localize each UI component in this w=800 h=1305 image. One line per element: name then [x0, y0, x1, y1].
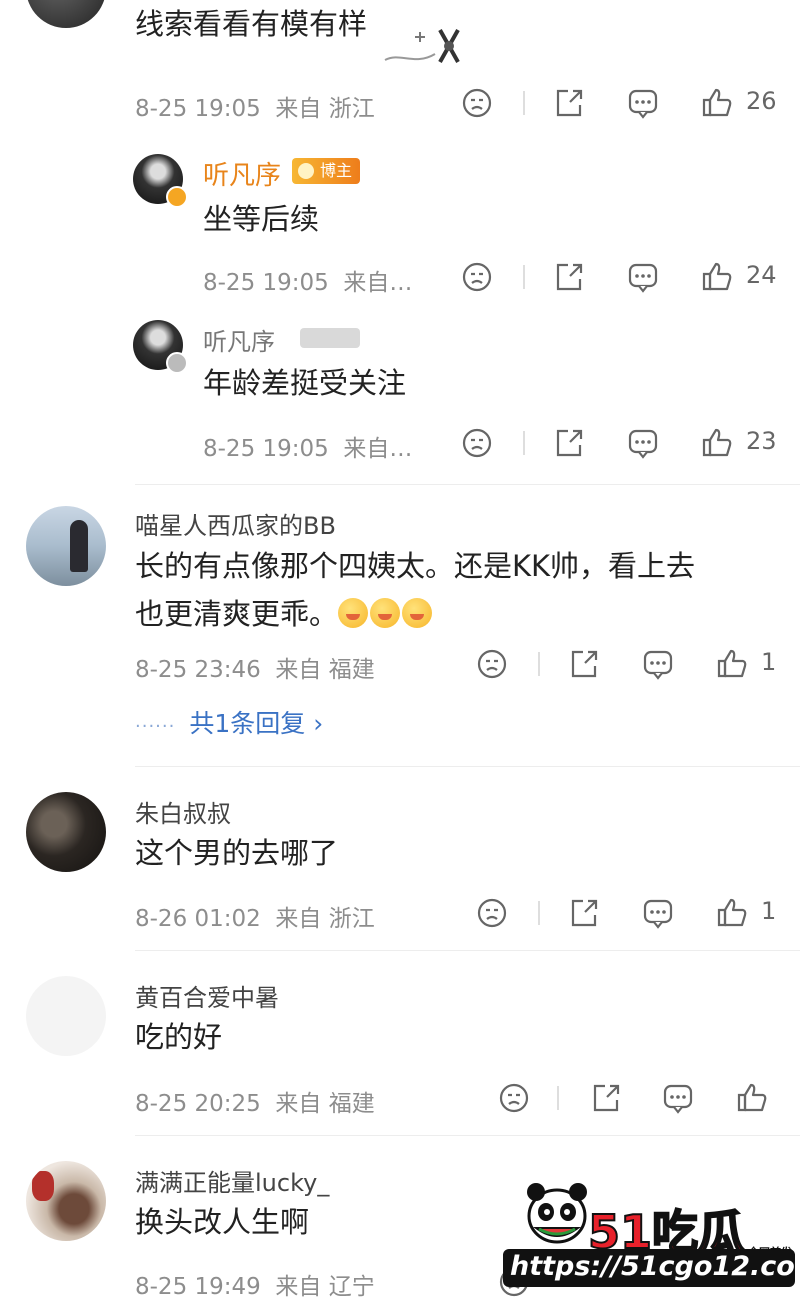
- divider: [523, 265, 525, 289]
- verified-badge: [166, 352, 188, 374]
- emoji-icon: [370, 598, 401, 628]
- comment-icon[interactable]: [626, 86, 660, 120]
- emoji-icon: [402, 598, 433, 628]
- dislike-icon[interactable]: [460, 426, 494, 460]
- like-count: 1: [761, 648, 777, 676]
- comment-username[interactable]: 满满正能量lucky_: [135, 1163, 329, 1198]
- share-icon[interactable]: [552, 260, 586, 294]
- avatar[interactable]: [26, 976, 106, 1056]
- watermark-url: https://51cgo12.com: [510, 1251, 800, 1282]
- comment-content: 吃的好: [135, 1020, 223, 1054]
- comment-icon[interactable]: [626, 260, 660, 294]
- avatar[interactable]: [26, 0, 106, 28]
- like-count: 26: [746, 87, 777, 115]
- like-icon[interactable]: [735, 1081, 769, 1115]
- divider: [557, 1086, 559, 1110]
- comment-actions: 1: [475, 896, 795, 936]
- comment-icon[interactable]: [661, 1081, 695, 1115]
- dislike-icon[interactable]: [475, 647, 509, 681]
- like-icon[interactable]: [715, 896, 749, 930]
- comment-icon[interactable]: [626, 426, 660, 460]
- share-icon[interactable]: [552, 426, 586, 460]
- like-icon[interactable]: [700, 260, 734, 294]
- comment-divider: [135, 766, 800, 767]
- comment-time: 8-25 23:46 来自 福建: [135, 657, 375, 683]
- like-icon[interactable]: [715, 647, 749, 681]
- divider: [523, 431, 525, 455]
- comment-divider: [135, 1135, 800, 1136]
- like-count: 1: [761, 897, 777, 925]
- share-icon[interactable]: [589, 1081, 623, 1115]
- panda-mascot-logo: [527, 1183, 587, 1244]
- comment-content: 换头改人生啊: [135, 1205, 310, 1239]
- view-replies-link[interactable]: ······ 共1条回复 ›: [135, 704, 323, 740]
- reply-username[interactable]: 听凡序: [203, 155, 281, 192]
- sticker-decoration: [384, 29, 460, 63]
- comment-time: 8-25 20:25 来自 福建: [135, 1091, 375, 1117]
- emoji-icon: [338, 598, 369, 628]
- like-icon[interactable]: [700, 426, 734, 460]
- blurred-badge: [300, 328, 360, 348]
- comment-content: 长的有点像那个四姨太。还是KK帅，看上去 也更清爽更乖。: [135, 549, 696, 631]
- reply-time: 8-25 19:05 来自…: [203, 270, 413, 296]
- divider: [538, 901, 540, 925]
- comment-actions: 26: [460, 86, 790, 126]
- comment-username[interactable]: 喵星人西瓜家的BB: [135, 506, 336, 541]
- like-icon[interactable]: [700, 86, 734, 120]
- avatar[interactable]: [26, 792, 106, 872]
- dislike-icon[interactable]: [475, 896, 509, 930]
- crown-icon: [298, 163, 314, 179]
- reply-content: 年龄差挺受关注: [203, 366, 407, 400]
- comment-actions: 1: [475, 647, 795, 687]
- comment-time: 8-25 19:05 来自 浙江: [135, 96, 375, 122]
- comment-time: 8-25 19:49 来自 辽宁: [135, 1274, 375, 1300]
- comment-divider: [135, 950, 800, 951]
- share-icon[interactable]: [552, 86, 586, 120]
- like-count: 23: [746, 427, 777, 455]
- share-icon[interactable]: [567, 647, 601, 681]
- dislike-icon[interactable]: [460, 260, 494, 294]
- dislike-icon[interactable]: [460, 86, 494, 120]
- like-count: 24: [746, 261, 777, 289]
- divider: [538, 652, 540, 676]
- comment-icon[interactable]: [641, 647, 675, 681]
- share-icon[interactable]: [567, 896, 601, 930]
- reply-content: 坐等后续: [203, 202, 320, 236]
- comment-icon[interactable]: [641, 896, 675, 930]
- comment-time: 8-26 01:02 来自 浙江: [135, 906, 375, 932]
- verified-badge: [166, 186, 188, 208]
- comment-content: 线索看看有模有样: [135, 7, 368, 41]
- comment-username[interactable]: 黄百合爱中暑: [135, 978, 279, 1013]
- reply-actions: 23: [460, 426, 790, 466]
- reply-username[interactable]: 听凡序: [203, 322, 275, 357]
- comment-actions: [497, 1081, 787, 1121]
- reply-actions: 24: [460, 260, 790, 300]
- avatar[interactable]: [26, 506, 106, 586]
- comment-username[interactable]: 朱白叔叔: [135, 794, 231, 829]
- avatar[interactable]: [26, 1161, 106, 1241]
- divider: [523, 91, 525, 115]
- reply-time: 8-25 19:05 来自…: [203, 436, 413, 462]
- dislike-icon[interactable]: [497, 1081, 531, 1115]
- dots-decoration: ······: [135, 716, 176, 737]
- blogger-badge: 博主: [292, 158, 361, 184]
- comment-divider: [135, 484, 800, 485]
- comment-content: 这个男的去哪了: [135, 836, 339, 870]
